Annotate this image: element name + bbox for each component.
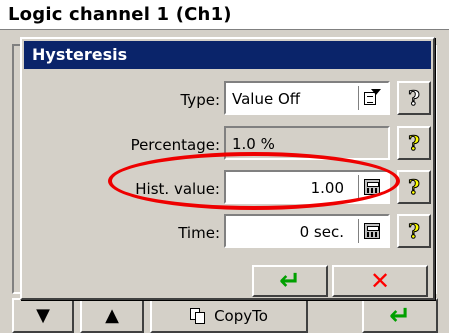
time-help-button[interactable]: ? xyxy=(397,214,431,248)
hist-value-value: 1.00 xyxy=(310,179,344,197)
hist-value-input[interactable]: 1.00 xyxy=(224,170,390,204)
close-icon: ✕ xyxy=(369,267,391,295)
calculator-icon xyxy=(363,223,380,239)
ok-button[interactable]: ↵ xyxy=(252,265,328,297)
dropdown-button[interactable] xyxy=(358,86,384,110)
time-input[interactable]: 0 sec. xyxy=(224,214,390,248)
copy-to-label: CopyTo xyxy=(214,306,268,325)
move-up-button[interactable]: ▲ xyxy=(80,298,144,333)
dialog-title: Hysteresis xyxy=(24,41,431,69)
enter-icon: ↵ xyxy=(389,300,411,331)
copy-icon xyxy=(190,307,206,324)
time-value: 0 sec. xyxy=(299,223,344,241)
type-value: Value Off xyxy=(232,90,301,108)
percentage-value: 1.0 % xyxy=(232,135,275,153)
calculator-button[interactable] xyxy=(358,219,384,243)
help-icon: ? xyxy=(408,131,421,156)
percentage-help-button[interactable]: ? xyxy=(397,126,431,160)
calculator-icon xyxy=(363,179,380,195)
hysteresis-dialog: Hysteresis Type: Value Off ? Percentage:… xyxy=(20,37,435,300)
hist-value-help-button[interactable]: ? xyxy=(397,170,431,204)
window-title: Logic channel 1 (Ch1) xyxy=(0,0,449,30)
time-label: Time: xyxy=(178,224,220,242)
enter-icon: ↵ xyxy=(279,266,301,296)
percentage-field: 1.0 % xyxy=(224,126,390,160)
arrow-down-icon: ▼ xyxy=(36,304,50,326)
help-icon: ? xyxy=(408,86,421,111)
move-down-button[interactable]: ▼ xyxy=(12,298,74,333)
type-select[interactable]: Value Off xyxy=(224,81,390,115)
calculator-button[interactable] xyxy=(358,175,384,199)
dropdown-icon xyxy=(362,89,382,107)
type-label: Type: xyxy=(180,91,220,109)
copy-to-button[interactable]: CopyTo xyxy=(150,298,308,333)
arrow-up-icon: ▲ xyxy=(105,304,119,326)
outer-ok-button[interactable]: ↵ xyxy=(362,298,438,333)
type-help-button[interactable]: ? xyxy=(397,81,431,115)
help-icon: ? xyxy=(408,219,421,244)
percentage-label: Percentage: xyxy=(130,136,220,154)
help-icon: ? xyxy=(408,175,421,200)
cancel-button[interactable]: ✕ xyxy=(332,265,428,297)
hist-value-label: Hist. value: xyxy=(135,180,220,198)
